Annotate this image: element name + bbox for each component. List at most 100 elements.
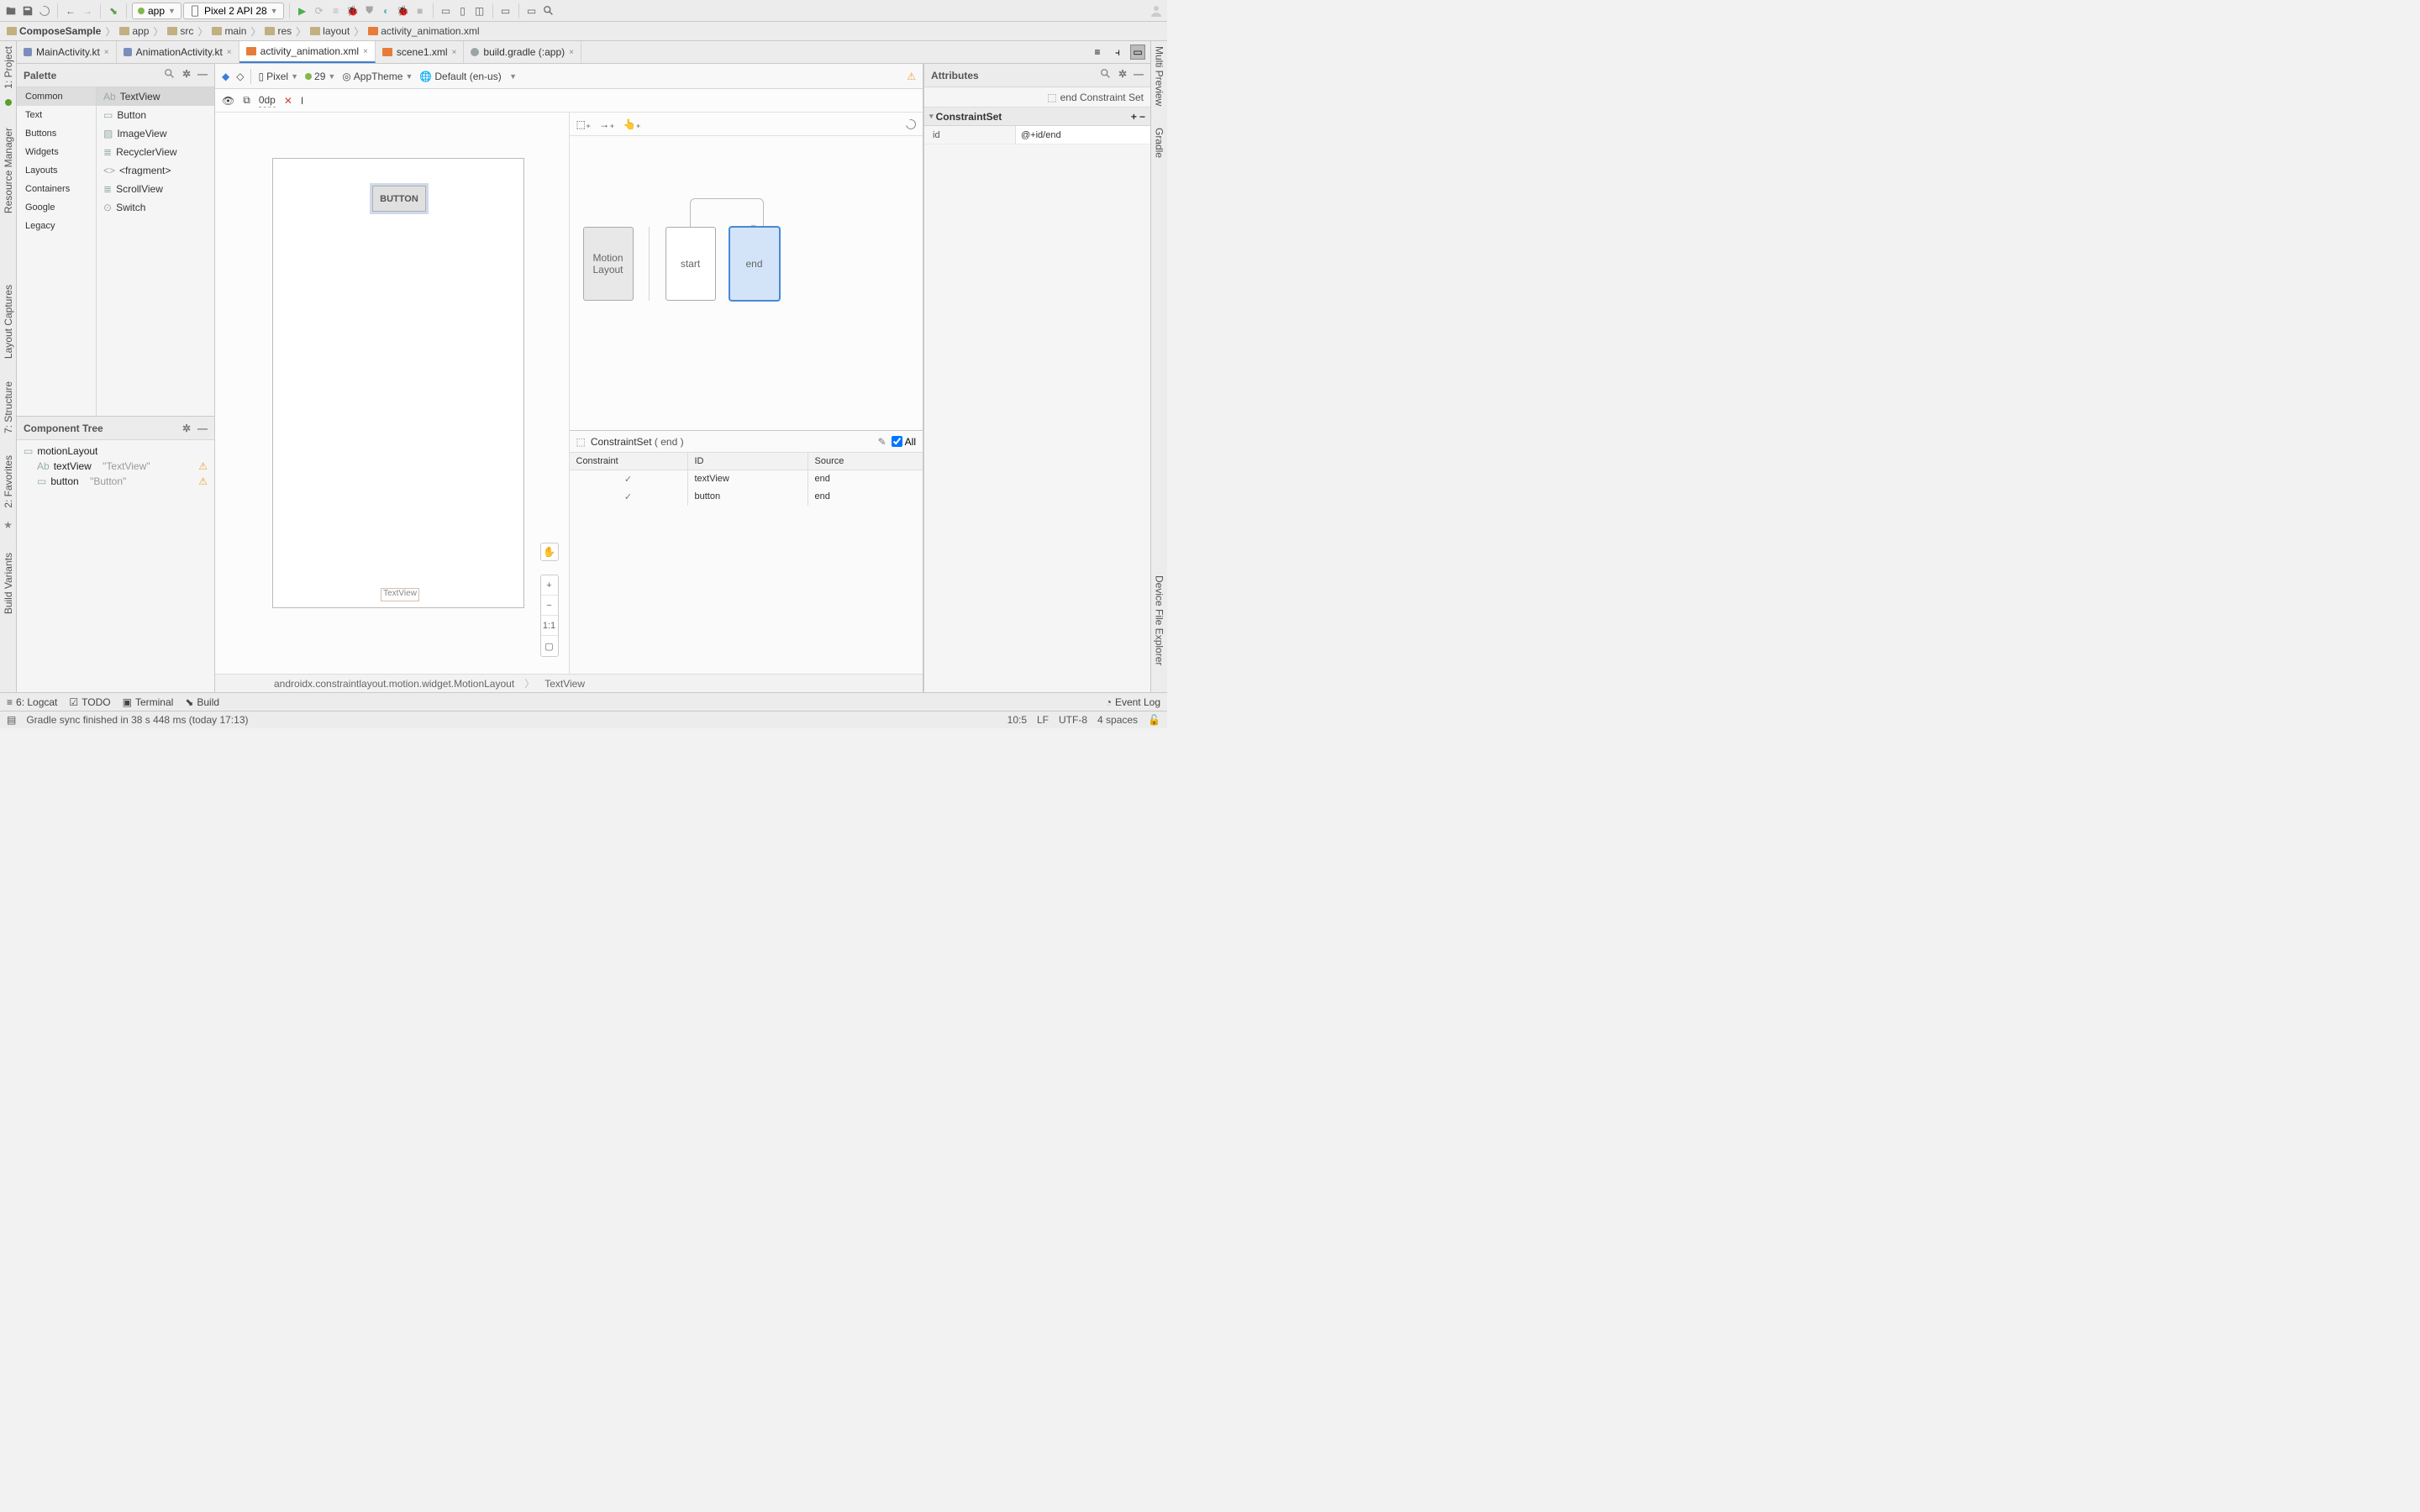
bc-file[interactable]: activity_animation.xml <box>368 25 479 37</box>
bc-main[interactable]: main <box>212 25 246 37</box>
tw-layout-captures[interactable]: Layout Captures <box>3 285 14 359</box>
user-icon[interactable] <box>1149 3 1164 18</box>
palette-item-scrollview[interactable]: ≣ScrollView <box>97 180 214 198</box>
attr-section-constraintset[interactable]: ▾ ConstraintSet+ − <box>924 108 1150 126</box>
split-view-icon[interactable]: ⫞ <box>1110 45 1125 60</box>
tw-build[interactable]: ⬊ Build <box>185 696 219 708</box>
tw-resource-manager[interactable]: Resource Manager <box>3 128 14 213</box>
code-view-icon[interactable]: ≡ <box>1090 45 1105 60</box>
palette-cat-widgets[interactable]: Widgets <box>17 143 96 161</box>
tw-structure[interactable]: 7: Structure <box>3 381 14 433</box>
palette-item-recyclerview[interactable]: ≣RecyclerView <box>97 143 214 161</box>
palette-item-switch[interactable]: ⊙Switch <box>97 198 214 217</box>
path-motionlayout[interactable]: androidx.constraintlayout.motion.widget.… <box>274 678 514 690</box>
save-icon[interactable] <box>20 3 35 18</box>
surface-selector-icon[interactable]: ◆ <box>222 71 229 82</box>
bc-app[interactable]: app <box>119 25 149 37</box>
preview-textview-widget[interactable]: TextView <box>381 589 418 601</box>
tw-multi-preview[interactable]: Multi Preview <box>1154 46 1165 106</box>
back-icon[interactable]: ← <box>63 3 78 18</box>
tw-event-log[interactable]: ◔ Event Log <box>1106 696 1160 708</box>
palette-cat-layouts[interactable]: Layouts <box>17 161 96 180</box>
resource-mgr-icon[interactable]: ◫ <box>472 3 487 18</box>
warning-icon[interactable]: ⚠ <box>198 460 208 472</box>
status-lock-icon[interactable]: 🔓 <box>1148 714 1160 726</box>
forward-icon[interactable]: → <box>80 3 95 18</box>
status-tw-icon[interactable]: ▤ <box>7 714 16 726</box>
cycle-icon[interactable] <box>906 119 916 129</box>
warnings-icon[interactable]: ⚠ <box>907 71 916 82</box>
bc-src[interactable]: src <box>167 25 193 37</box>
tw-logcat[interactable]: ≡ 6: Logcat <box>7 696 57 708</box>
default-margin[interactable]: 0dp <box>259 94 276 108</box>
module-selector[interactable]: app▼ <box>132 3 182 19</box>
attr-row-id[interactable]: id @+id/end <box>924 126 1150 144</box>
locale-selector[interactable]: 🌐 Default (en-us) ▼ <box>419 71 517 82</box>
add-attr-icon[interactable]: + <box>1131 111 1137 123</box>
palette-search-icon[interactable] <box>164 68 176 82</box>
palette-minimize-icon[interactable]: — <box>197 68 208 82</box>
all-checkbox[interactable]: All <box>892 436 916 448</box>
attr-settings-icon[interactable]: ✲ <box>1118 68 1127 82</box>
layout-inspector-icon[interactable]: ▭ <box>498 3 513 18</box>
tree-row-button[interactable]: ▭button "Button"⚠ <box>17 474 214 489</box>
table-row[interactable]: ✓ button end <box>570 488 923 506</box>
zoom-in-icon[interactable]: + <box>541 575 558 596</box>
palette-item-imageview[interactable]: ▨ImageView <box>97 124 214 143</box>
tree-row-motionlayout[interactable]: ▭motionLayout <box>17 444 214 459</box>
path-textview[interactable]: TextView <box>544 678 585 690</box>
infer-constraints-icon[interactable]: I <box>301 95 303 107</box>
tw-gradle[interactable]: Gradle <box>1154 128 1165 158</box>
palette-cat-text[interactable]: Text <box>17 106 96 124</box>
tw-todo[interactable]: ☑ TODO <box>69 696 110 708</box>
palette-cat-buttons[interactable]: Buttons <box>17 124 96 143</box>
palette-cat-common[interactable]: Common <box>17 87 96 106</box>
edit-icon[interactable]: ✎ <box>878 436 886 448</box>
palette-cat-google[interactable]: Google <box>17 198 96 217</box>
table-row[interactable]: ✓ textView end <box>570 470 923 488</box>
build-icon[interactable]: ⬊ <box>106 3 121 18</box>
tree-settings-icon[interactable]: ✲ <box>182 423 191 434</box>
open-icon[interactable] <box>3 3 18 18</box>
attr-search-icon[interactable] <box>1100 68 1112 82</box>
palette-settings-icon[interactable]: ✲ <box>182 68 191 82</box>
tw-device-file-explorer[interactable]: Device File Explorer <box>1154 575 1165 665</box>
apply-code-icon[interactable]: ≡ <box>329 3 344 18</box>
stop-icon[interactable]: ■ <box>413 3 428 18</box>
status-position[interactable]: 10:5 <box>1007 714 1027 726</box>
warning-icon[interactable]: ⚠ <box>198 475 208 487</box>
end-constraintset-box[interactable]: end <box>729 227 780 301</box>
view-options-icon[interactable]: 👁 <box>222 95 234 107</box>
tw-build-variants[interactable]: Build Variants <box>3 553 14 614</box>
attach-debugger-icon[interactable]: 🐞 <box>396 3 411 18</box>
theme-selector[interactable]: ◎ AppTheme ▼ <box>342 71 413 82</box>
coverage-icon[interactable]: ⛊ <box>362 3 377 18</box>
sdk-icon[interactable]: ▯ <box>455 3 471 18</box>
create-constraintset-icon[interactable]: ⬚₊ <box>576 118 592 130</box>
create-transition-icon[interactable]: →₊ <box>599 118 614 130</box>
attr-minimize-icon[interactable]: — <box>1134 68 1144 82</box>
motionlayout-box[interactable]: Motion Layout <box>583 227 634 301</box>
run-icon[interactable]: ▶ <box>295 3 310 18</box>
tab-animationactivity[interactable]: AnimationActivity.kt× <box>117 41 239 63</box>
palette-item-textview[interactable]: AbTextView <box>97 87 214 106</box>
start-constraintset-box[interactable]: start <box>666 227 716 301</box>
device-preview[interactable]: BUTTON TextView ✋ + − 1:1 ▢ <box>215 113 570 674</box>
bc-project[interactable]: ComposeSample <box>7 25 101 37</box>
pan-tool-icon[interactable]: ✋ <box>540 543 559 561</box>
device-selector[interactable]: Pixel 2 API 28▼ <box>183 3 284 19</box>
tree-row-textview[interactable]: AbtextView "TextView"⚠ <box>17 459 214 474</box>
tree-minimize-icon[interactable]: — <box>197 423 208 434</box>
status-eol[interactable]: LF <box>1037 714 1049 726</box>
palette-item-fragment[interactable]: <><fragment> <box>97 161 214 180</box>
remove-attr-icon[interactable]: − <box>1139 111 1145 123</box>
tab-scene1[interactable]: scene1.xml× <box>376 41 465 63</box>
status-indent[interactable]: 4 spaces <box>1097 714 1138 726</box>
bc-res[interactable]: res <box>265 25 292 37</box>
bc-layout[interactable]: layout <box>310 25 350 37</box>
tw-project[interactable]: 1: Project <box>3 46 14 89</box>
motion-overview[interactable]: ▾ Motion Layout start end <box>570 136 923 430</box>
create-click-icon[interactable]: 👆₊ <box>623 118 641 130</box>
zoom-out-icon[interactable]: − <box>541 596 558 616</box>
clear-constraints-icon[interactable]: ✕ <box>284 95 292 107</box>
